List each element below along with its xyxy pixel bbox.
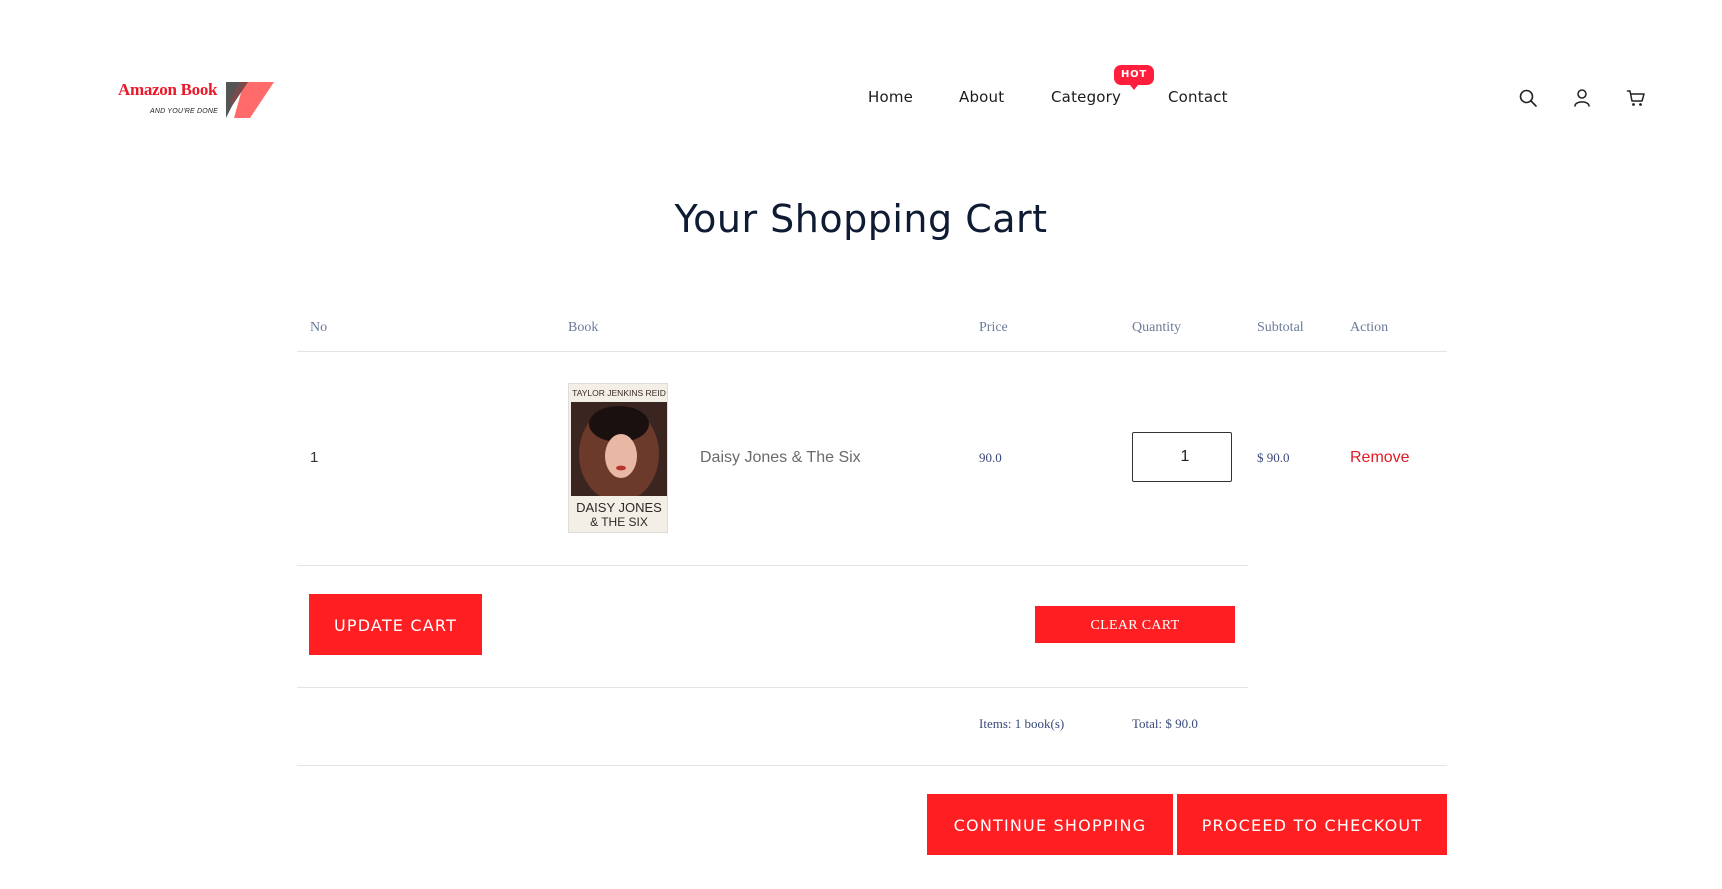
- proceed-checkout-button[interactable]: PROCEED TO CHECKOUT: [1177, 794, 1447, 855]
- header-divider: [297, 351, 1447, 352]
- column-header-no: No: [310, 320, 328, 335]
- column-header-subtotal: Subtotal: [1257, 320, 1304, 335]
- hot-badge: HOT: [1114, 65, 1154, 90]
- cart-icon[interactable]: [1626, 88, 1646, 108]
- items-count: Items: 1 book(s): [979, 716, 1065, 731]
- actions-divider: [297, 687, 1248, 688]
- cover-title-line2: & THE SIX: [590, 515, 648, 529]
- row-number: 1: [310, 449, 319, 466]
- brand-name: Amazon Book: [118, 80, 218, 99]
- search-icon[interactable]: [1518, 88, 1538, 108]
- remove-link[interactable]: Remove: [1350, 449, 1410, 467]
- column-header-quantity: Quantity: [1132, 320, 1181, 335]
- quantity-input[interactable]: [1132, 432, 1232, 482]
- book-cover-image[interactable]: TAYLOR JENKINS REID DAISY JONES & THE SI…: [568, 383, 668, 533]
- logo-mark-icon: [226, 82, 274, 118]
- user-icon[interactable]: [1572, 88, 1592, 108]
- nav-about[interactable]: About: [959, 88, 1004, 106]
- book-title[interactable]: Daisy Jones & The Six: [700, 449, 861, 467]
- nav-category[interactable]: Category: [1051, 88, 1121, 106]
- summary-divider: [297, 765, 1447, 766]
- row-divider: [297, 565, 1248, 566]
- page-title: Your Shopping Cart: [674, 197, 1048, 241]
- update-cart-button[interactable]: UPDATE CART: [309, 594, 482, 655]
- cover-author: TAYLOR JENKINS REID: [572, 388, 666, 398]
- brand-logo[interactable]: Amazon Book AND YOU'RE DONE: [118, 80, 278, 120]
- book-cover-art: TAYLOR JENKINS REID DAISY JONES & THE SI…: [569, 384, 667, 532]
- nav-contact[interactable]: Contact: [1168, 88, 1228, 106]
- nav-home[interactable]: Home: [868, 88, 913, 106]
- column-header-price: Price: [979, 320, 1008, 335]
- continue-shopping-button[interactable]: CONTINUE SHOPPING: [927, 794, 1173, 855]
- row-subtotal: $ 90.0: [1257, 450, 1290, 465]
- cover-title-line1: DAISY JONES: [576, 500, 662, 515]
- column-header-book: Book: [568, 320, 599, 335]
- column-header-action: Action: [1350, 320, 1389, 335]
- clear-cart-button[interactable]: CLEAR CART: [1035, 606, 1235, 643]
- cart-total: Total: $ 90.0: [1132, 716, 1198, 731]
- brand-tagline: AND YOU'RE DONE: [150, 108, 218, 115]
- book-price: 90.0: [979, 450, 1002, 465]
